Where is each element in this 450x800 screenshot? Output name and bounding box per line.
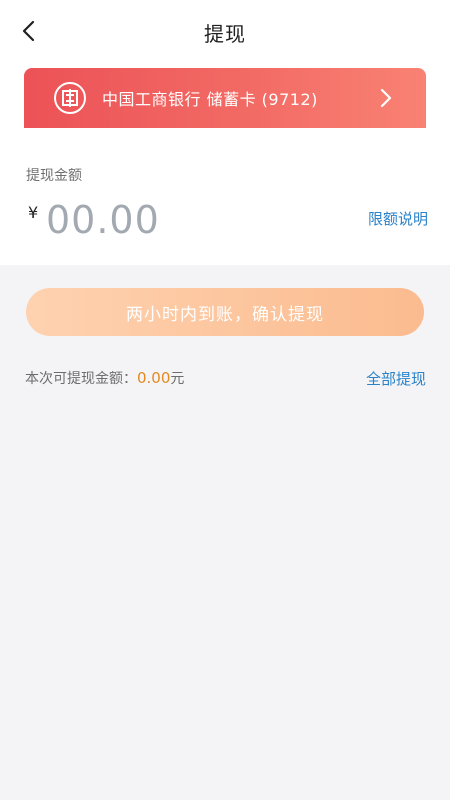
- available-unit: 元: [170, 371, 185, 387]
- currency-symbol: ¥: [28, 203, 39, 222]
- confirm-withdraw-button[interactable]: 两小时内到账，确认提现: [26, 288, 424, 336]
- bank-card-name: 中国工商银行 储蓄卡 (9712): [102, 90, 318, 109]
- available-amount: 本次可提现金额：0.00元: [25, 368, 184, 388]
- available-value: 0.00: [137, 369, 171, 387]
- amount-panel: 提现金额 ¥ 限额说明: [0, 128, 450, 265]
- limit-info-link[interactable]: 限额说明: [368, 208, 428, 229]
- amount-label: 提现金额: [26, 168, 82, 184]
- chevron-right-icon: [380, 88, 392, 108]
- page-title: 提现: [204, 22, 246, 46]
- top-bar: 提现: [0, 0, 450, 62]
- withdraw-all-link[interactable]: 全部提现: [366, 368, 426, 389]
- available-label: 本次可提现金额：: [25, 371, 137, 387]
- bank-card-area: 中国工商银行 储蓄卡 (9712): [0, 62, 450, 128]
- withdraw-page: 提现 中国工商银行 储蓄卡 (9712) 提现金额 ¥ 限额说明 两小时内到账，…: [0, 0, 450, 800]
- icbc-logo-icon: [54, 82, 86, 114]
- bank-card-selector[interactable]: 中国工商银行 储蓄卡 (9712): [24, 68, 426, 128]
- amount-input[interactable]: [46, 196, 306, 244]
